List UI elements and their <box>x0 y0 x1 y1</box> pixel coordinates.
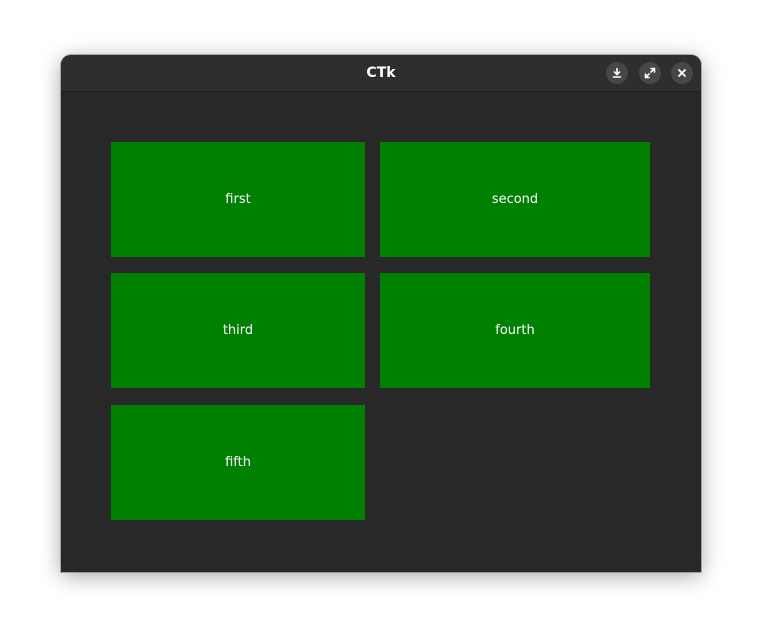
tile-third[interactable]: third <box>111 273 365 388</box>
tile-label: first <box>225 192 251 207</box>
minimize-button[interactable] <box>606 62 628 84</box>
tile-label: fourth <box>495 323 535 338</box>
grid-container: first second third fourth fifth <box>61 92 701 572</box>
app-window: CTk first second third fourth fifth <box>61 55 701 572</box>
tile-first[interactable]: first <box>111 142 365 257</box>
tile-label: second <box>491 192 539 207</box>
window-title: CTk <box>366 65 396 81</box>
tile-label: third <box>222 323 254 338</box>
tile-fifth[interactable]: fifth <box>111 405 365 520</box>
tile-fourth[interactable]: fourth <box>380 273 650 388</box>
tile-second[interactable]: second <box>380 142 650 257</box>
close-button[interactable] <box>671 62 693 84</box>
titlebar[interactable]: CTk <box>61 55 701 92</box>
close-icon <box>676 67 688 79</box>
tile-label: fifth <box>225 455 251 470</box>
maximize-button[interactable] <box>639 62 661 84</box>
maximize-icon <box>644 67 656 79</box>
minimize-icon <box>611 67 623 79</box>
